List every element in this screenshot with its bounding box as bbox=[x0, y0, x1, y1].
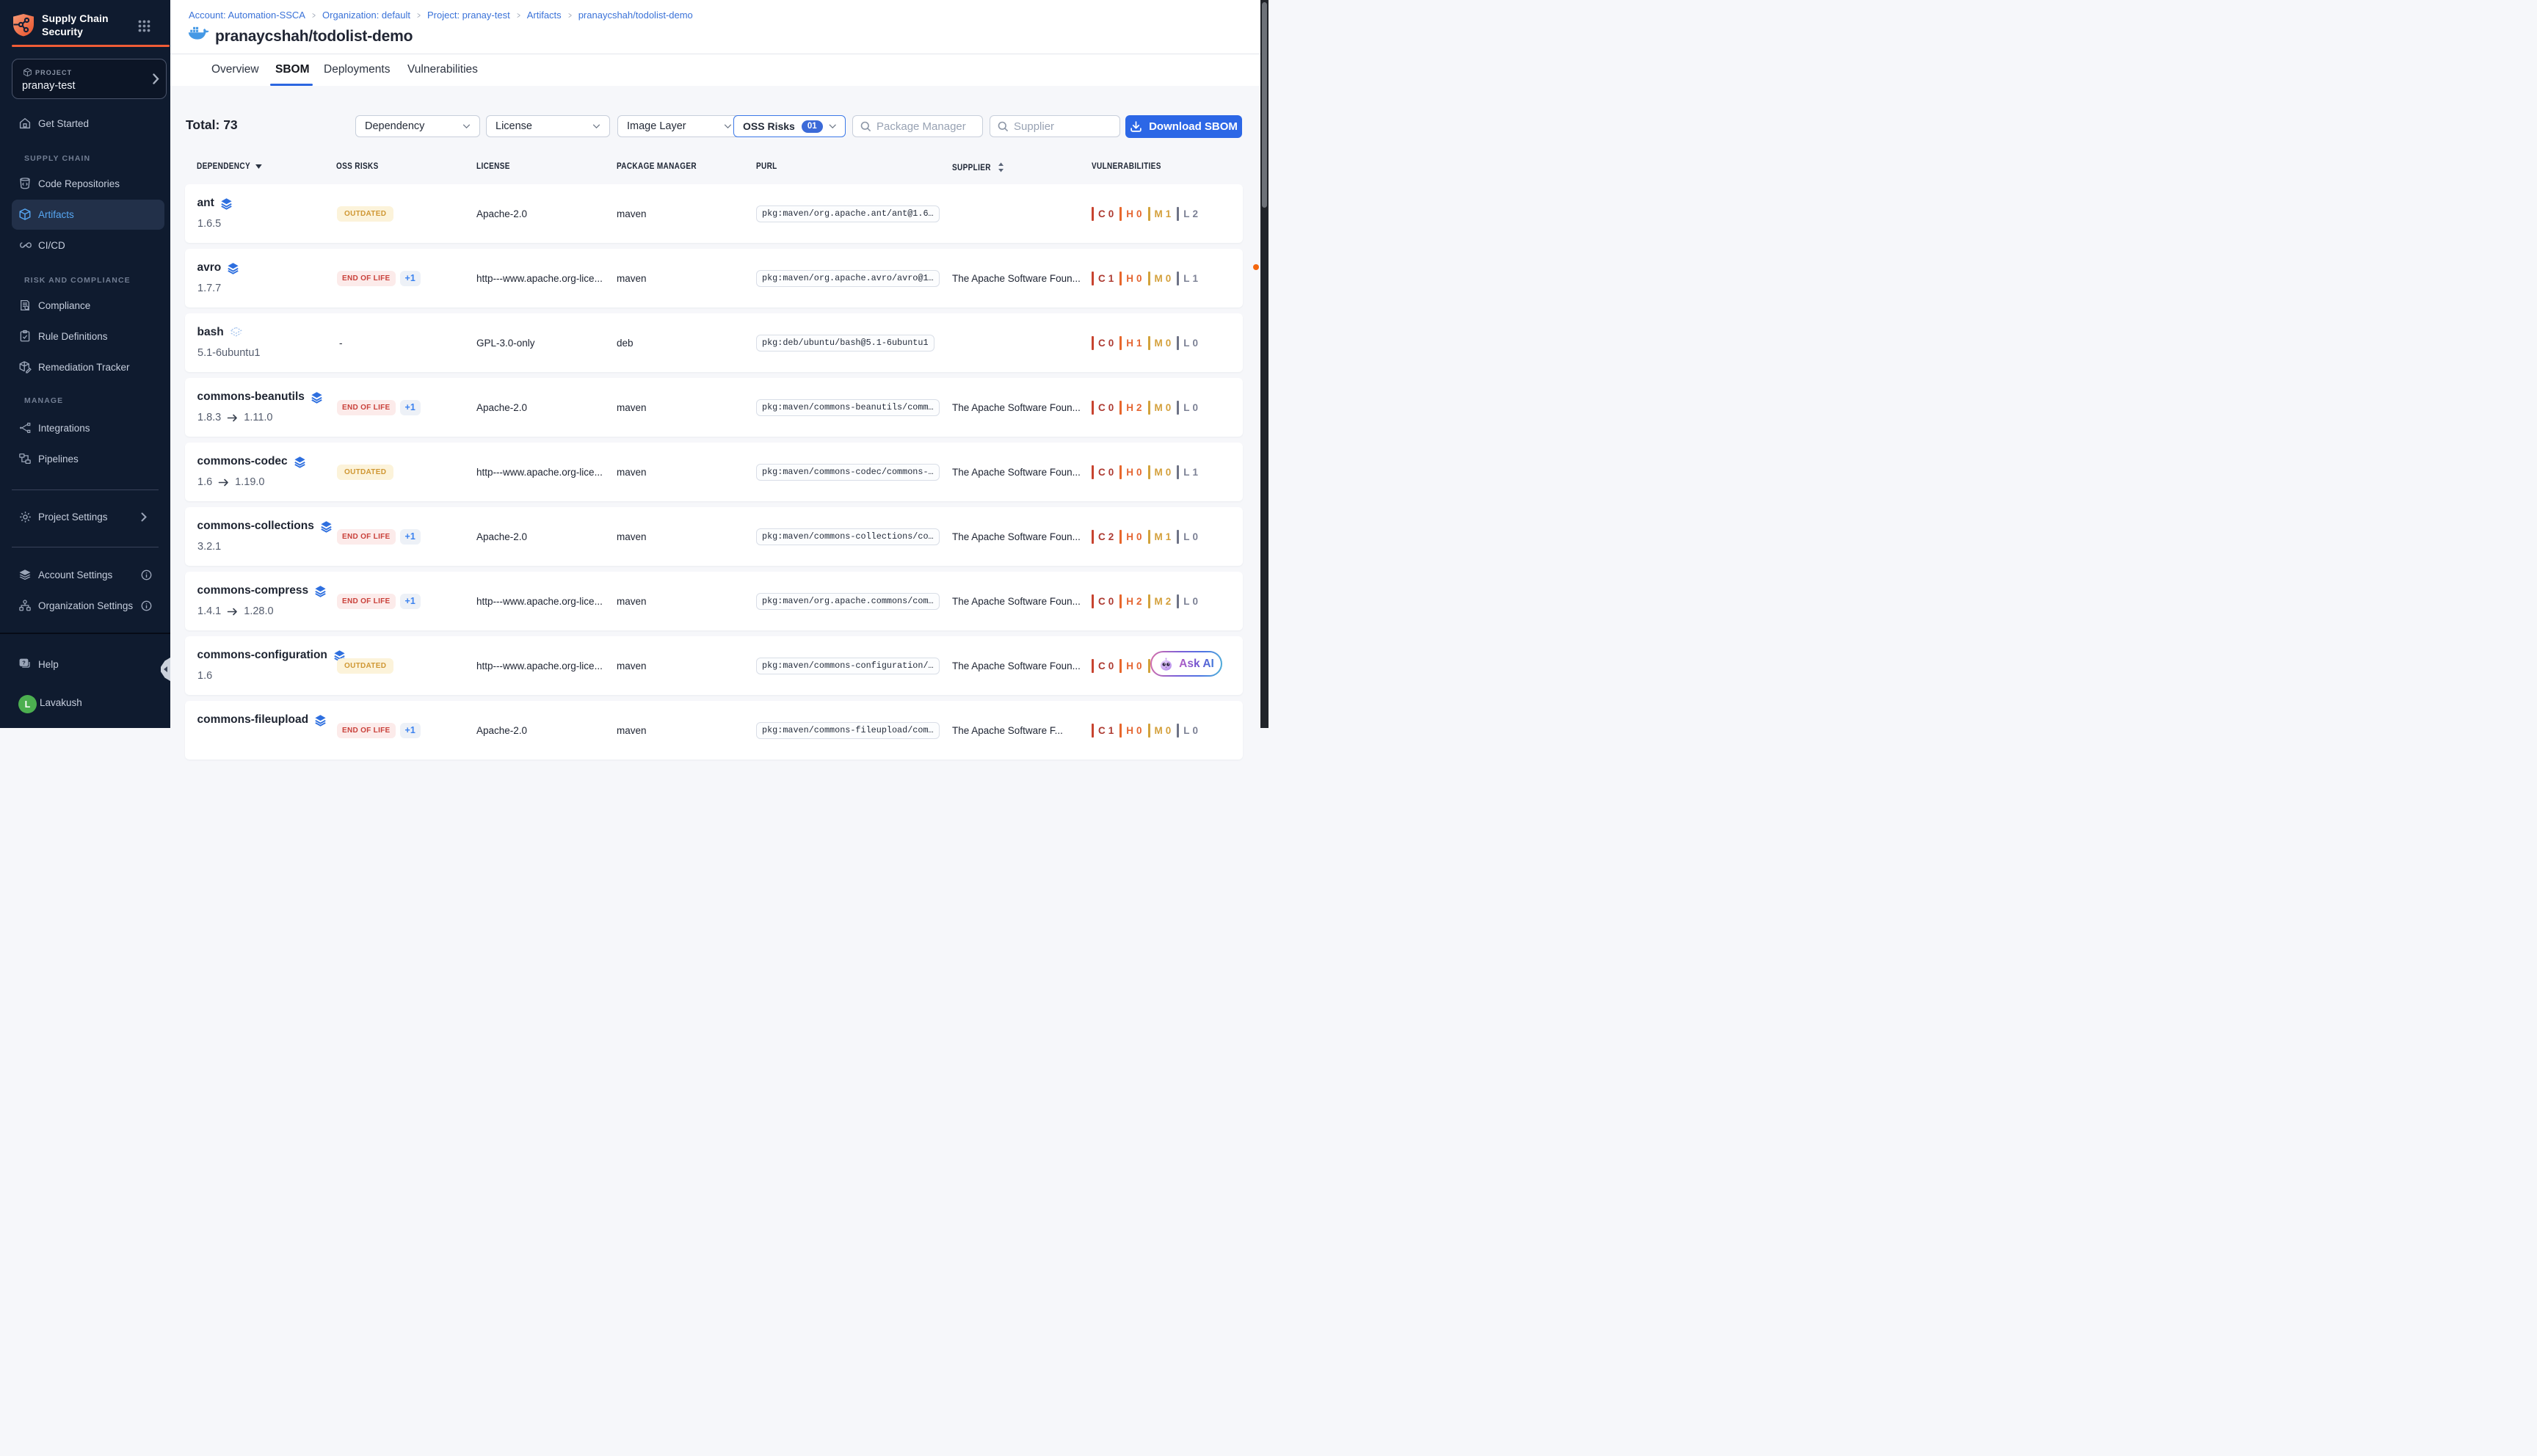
svg-text:?: ? bbox=[22, 659, 26, 666]
